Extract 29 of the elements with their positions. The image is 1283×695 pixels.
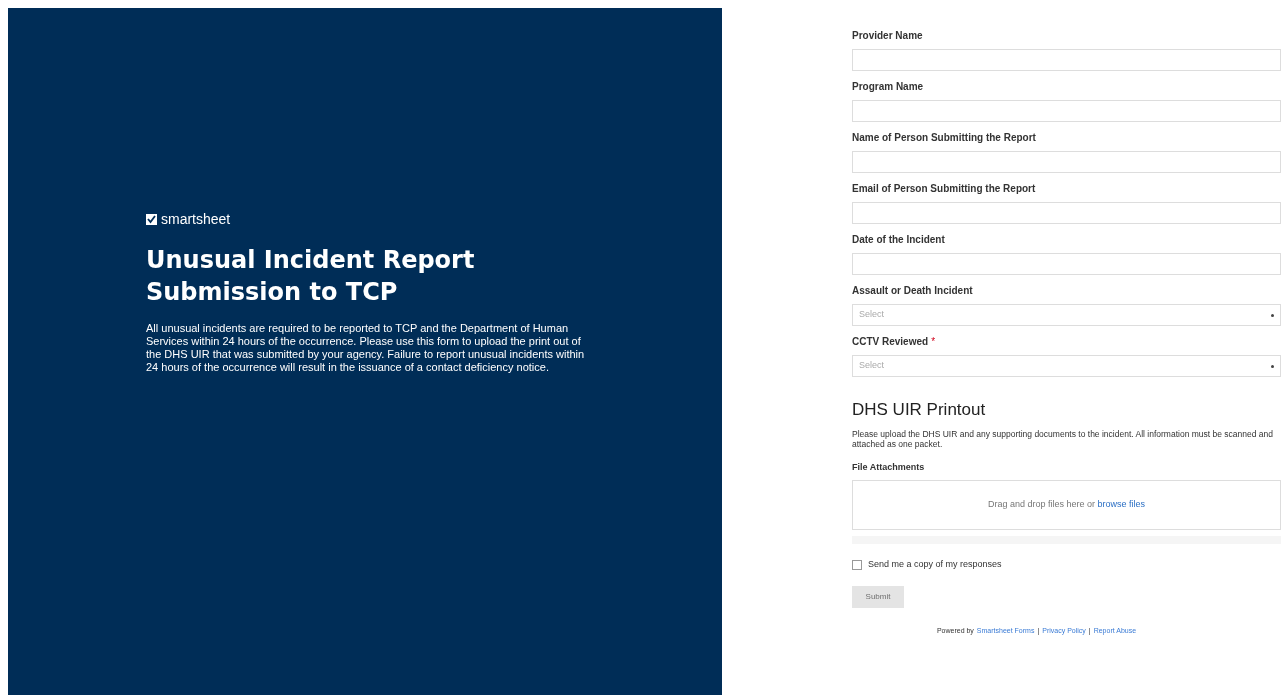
select-field[interactable]: Select [852,355,1281,377]
field-label: CCTV Reviewed [852,335,929,349]
select-field[interactable]: Select [852,304,1281,326]
logo-text: smartsheet [161,210,231,229]
text-field[interactable] [852,100,1281,122]
file-drop-zone[interactable]: Drag and drop files here or browse files [852,480,1281,530]
field-label: Email of Person Submitting the Report [852,182,1036,196]
section-heading: DHS UIR Printout [852,399,987,421]
logo-icon [146,214,157,225]
text-field[interactable] [852,253,1281,275]
required-marker: * [931,335,936,349]
caret-icon [1271,313,1274,317]
text-field[interactable] [852,151,1281,173]
field-label: Provider Name [852,29,923,43]
copy-checkbox[interactable] [852,559,862,570]
field-label: File Attachments [852,460,926,474]
form-title: Unusual Incident Report Submission to TCP [146,245,476,308]
field-label: Date of the Incident [852,233,945,247]
browse-link[interactable]: browse files [1097,499,1146,510]
field-label: Name of Person Submitting the Report [852,131,1036,145]
field-label: Program Name [852,80,924,94]
section-description: Please upload the DHS UIR and any supporting documents to the incident. All information must be scanned and attached as one packet. [852,428,1274,449]
form-description: All unusual incidents are required to be reported to TCP and the Department of Human Services within 24 hours of the occurrence. Please use this form to upload the print out of the DHS UIR that was submitted by your agency. Failure to report unusual incidents within 24 hours of the occurrence will result in the issuance of a contact deficiency notice. [146,322,586,374]
field-label: Assault or Death Incident [852,284,973,298]
text-field[interactable] [852,49,1281,71]
checkbox-label: Send me a copy of my responses [868,558,1002,571]
text-field[interactable] [852,202,1281,224]
caret-icon [1271,364,1274,368]
drop-prompt: Drag and drop files here or browse files [987,498,1146,512]
